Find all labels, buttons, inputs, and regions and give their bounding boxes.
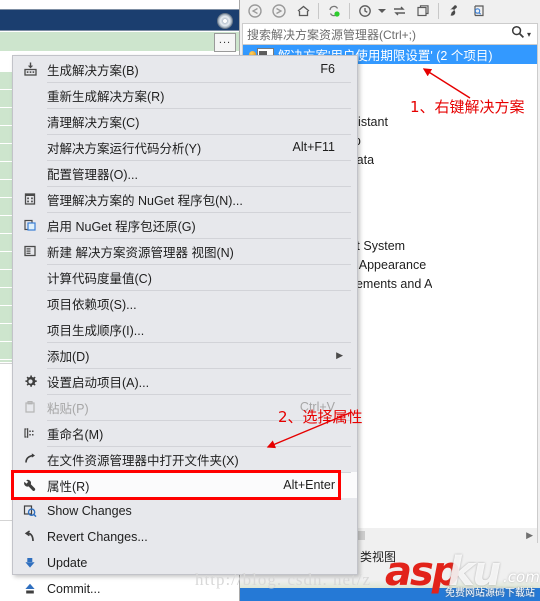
menu-divider xyxy=(47,368,351,369)
preview-selected-items-icon[interactable] xyxy=(466,1,490,21)
startup-project-gear-icon xyxy=(13,374,47,389)
chevron-down-icon[interactable] xyxy=(377,1,387,21)
menu-item-label: 设置启动项目(A)... xyxy=(47,375,150,390)
menu-item-project-build-order[interactable]: 项目生成顺序(I)... xyxy=(13,316,357,342)
search-input[interactable]: 搜索解决方案资源管理器(Ctrl+;) ▾ xyxy=(242,23,538,45)
show-changes-icon xyxy=(13,504,47,518)
paste-icon xyxy=(13,400,47,414)
menu-divider xyxy=(47,186,351,187)
menu-item-label: 管理解决方案的 NuGet 程序包(N)... xyxy=(47,193,243,208)
menu-divider xyxy=(47,264,351,265)
menu-item-shortcut: Alt+Enter xyxy=(283,478,335,492)
properties-wrench-icon xyxy=(13,478,47,492)
menu-divider xyxy=(47,342,351,343)
menu-item-label: 清理解决方案(C) xyxy=(47,115,140,130)
menu-item-label: 粘贴(P) xyxy=(47,401,89,416)
menu-divider xyxy=(47,82,351,83)
menu-item-configuration-manager[interactable]: 配置管理器(O)... xyxy=(13,160,357,186)
menu-item-label: 新建 解决方案资源管理器 视图(N) xyxy=(47,245,234,260)
menu-item-run-code-analysis[interactable]: 对解决方案运行代码分析(Y) Alt+F11 xyxy=(13,134,357,160)
search-icon[interactable] xyxy=(511,25,527,44)
toolbar-separator-1 xyxy=(318,3,319,19)
scroll-right-arrow-icon[interactable]: ▶ xyxy=(526,530,533,541)
submenu-arrow-icon: ▶ xyxy=(336,349,343,360)
menu-divider xyxy=(47,472,351,473)
menu-item-label: 添加(D) xyxy=(47,349,90,364)
forward-icon[interactable] xyxy=(267,1,291,21)
menu-divider xyxy=(47,446,351,447)
menu-item-clean-solution[interactable]: 清理解决方案(C) xyxy=(13,108,357,134)
nuget-package-icon xyxy=(13,192,47,206)
menu-item-shortcut: Alt+F11 xyxy=(292,140,336,154)
menu-divider xyxy=(47,108,351,109)
home-icon[interactable] xyxy=(291,1,315,21)
menu-item-open-folder-in-file-explorer[interactable]: 在文件资源管理器中打开文件夹(X) xyxy=(13,446,357,472)
open-folder-in-explorer-icon xyxy=(13,452,47,466)
menu-item-new-solution-explorer-view[interactable]: 新建 解决方案资源管理器 视图(N) xyxy=(13,238,357,264)
build-solution-icon xyxy=(13,62,47,76)
menu-divider xyxy=(47,394,351,395)
rename-icon xyxy=(13,426,47,440)
ellipsis-button[interactable]: ... xyxy=(214,33,236,52)
solution-explorer-toolbar xyxy=(240,0,540,22)
designer-titlebar xyxy=(0,9,239,31)
tab-class-view[interactable]: 类视图 xyxy=(356,548,400,565)
menu-item-project-dependencies[interactable]: 项目依赖项(S)... xyxy=(13,290,357,316)
designer-green-band xyxy=(0,32,239,52)
menu-item-label: Revert Changes... xyxy=(47,530,148,544)
search-dropdown-icon[interactable]: ▾ xyxy=(527,30,537,39)
toolbar-separator-3 xyxy=(438,3,439,19)
menu-item-enable-nuget-restore[interactable]: 启用 NuGet 程序包还原(G) xyxy=(13,212,357,238)
menu-item-label: 对解决方案运行代码分析(Y) xyxy=(47,141,202,156)
menu-item-show-changes[interactable]: Show Changes xyxy=(13,498,357,524)
menu-item-revert-changes[interactable]: Revert Changes... xyxy=(13,524,357,550)
menu-item-label: 启用 NuGet 程序包还原(G) xyxy=(47,219,196,234)
commit-icon xyxy=(13,582,47,596)
menu-item-set-startup-projects[interactable]: 设置启动项目(A)... xyxy=(13,368,357,394)
nuget-restore-icon xyxy=(13,218,47,232)
menu-item-label: 重新生成解决方案(R) xyxy=(47,89,165,104)
menu-item-calculate-code-metrics[interactable]: 计算代码度量值(C) xyxy=(13,264,357,290)
menu-item-label: Update xyxy=(47,556,88,570)
menu-item-label: 项目依赖项(S)... xyxy=(47,297,137,312)
properties-wrench-icon[interactable] xyxy=(442,1,466,21)
sync-with-active-document-icon[interactable] xyxy=(322,1,346,21)
menu-item-label: 项目生成顺序(I)... xyxy=(47,323,145,338)
toolbar-separator-2 xyxy=(349,3,350,19)
csdn-watermark: http://blog. csdn. net/z xyxy=(195,570,372,589)
refresh-icon[interactable] xyxy=(387,1,411,21)
menu-item-label: Show Changes xyxy=(47,504,132,518)
menu-item-label: 配置管理器(O)... xyxy=(47,167,138,182)
menu-item-rebuild-solution[interactable]: 重新生成解决方案(R) xyxy=(13,82,357,108)
menu-item-label: 生成解决方案(B) xyxy=(47,63,139,78)
menu-divider xyxy=(47,160,351,161)
screenshot-root: ... 搜索解决方案资源管理器(Ctrl+;) ▾ 解决方案'用户使用期限设置'… xyxy=(0,0,540,601)
menu-divider xyxy=(47,290,351,291)
annotation-step-1: 1、右键解决方案 xyxy=(410,98,525,116)
menu-item-properties[interactable]: 属性(R) Alt+Enter xyxy=(11,470,357,500)
annotation-step-2: 2、选择属性 xyxy=(278,408,363,426)
menu-divider xyxy=(47,134,351,135)
menu-item-manage-nuget-packages[interactable]: 管理解决方案的 NuGet 程序包(N)... xyxy=(13,186,357,212)
menu-item-shortcut: F6 xyxy=(320,62,335,76)
menu-item-label: 在文件资源管理器中打开文件夹(X) xyxy=(47,453,239,468)
pending-changes-filter-icon[interactable] xyxy=(353,1,377,21)
menu-divider xyxy=(47,238,351,239)
show-all-files-icon[interactable] xyxy=(411,1,435,21)
back-icon[interactable] xyxy=(243,1,267,21)
new-solution-explorer-view-icon xyxy=(13,244,47,258)
menu-item-add[interactable]: 添加(D) ▶ xyxy=(13,342,357,368)
menu-item-label: 属性(R) xyxy=(47,479,90,494)
solution-context-menu[interactable]: 生成解决方案(B) F6 重新生成解决方案(R) 清理解决方案(C) 对解决方案… xyxy=(11,55,358,596)
menu-divider xyxy=(47,212,351,213)
search-placeholder: 搜索解决方案资源管理器(Ctrl+;) xyxy=(247,27,416,42)
disc-icon xyxy=(217,13,233,29)
menu-item-build-solution[interactable]: 生成解决方案(B) F6 xyxy=(13,56,357,82)
revert-changes-icon xyxy=(13,530,47,544)
menu-item-label: 计算代码度量值(C) xyxy=(47,271,152,286)
update-icon xyxy=(13,556,47,570)
